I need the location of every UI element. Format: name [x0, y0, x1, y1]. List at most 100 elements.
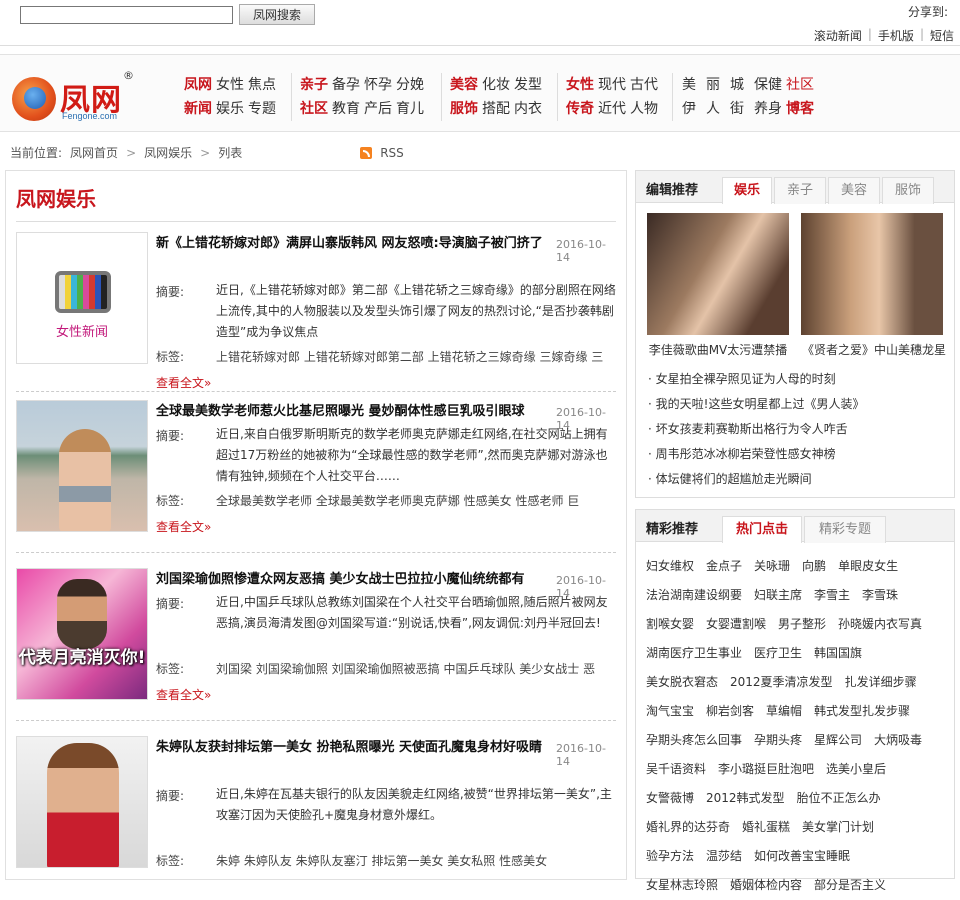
keyword-link[interactable]: 如何改善宝宝睡眠: [754, 842, 850, 871]
nav-item[interactable]: 内衣: [514, 101, 542, 117]
keyword-link[interactable]: 关咏珊: [754, 552, 790, 581]
nav-item[interactable]: 人物: [630, 101, 658, 117]
nav-item[interactable]: 专题: [248, 101, 276, 117]
tab-featured-topics[interactable]: 精彩专题: [804, 516, 886, 543]
editor-photo-2[interactable]: [801, 213, 943, 335]
keyword-link[interactable]: 孙晓媛内衣写真: [838, 610, 922, 639]
nav-item[interactable]: 焦点: [248, 77, 276, 93]
nav-item[interactable]: 传奇: [566, 101, 594, 117]
keyword-link[interactable]: 李小璐挺巨肚泡吧: [718, 755, 814, 784]
top-link-mobile[interactable]: 手机版: [872, 27, 920, 44]
site-logo[interactable]: 凤网 ® Fengone.com: [10, 69, 136, 125]
breadcrumb-home[interactable]: 凤网首页: [70, 144, 118, 161]
article-title[interactable]: 朱婷队友获封排坛第一美女 扮艳私照曝光 天使面孔魔鬼身材好吸睛: [156, 736, 556, 760]
nav-item[interactable]: 社区: [300, 101, 328, 117]
list-item[interactable]: · 女星拍全裸孕照见证为人母的时刻: [648, 367, 948, 392]
nav-item[interactable]: 人: [706, 101, 720, 117]
keyword-link[interactable]: 妇联主席: [754, 581, 802, 610]
nav-item[interactable]: 发型: [514, 77, 542, 93]
nav-item[interactable]: 博客: [786, 101, 814, 117]
tab-fashion[interactable]: 服饰: [882, 177, 934, 204]
keyword-link[interactable]: 婚姻体检内容: [730, 871, 802, 900]
keyword-link[interactable]: 单眼皮女生: [838, 552, 898, 581]
keyword-link[interactable]: 2012韩式发型: [706, 784, 785, 813]
keyword-link[interactable]: 金点子: [706, 552, 742, 581]
nav-item[interactable]: 新闻: [184, 101, 212, 117]
nav-item[interactable]: 服饰: [450, 101, 478, 117]
keyword-link[interactable]: 医疗卫生: [754, 639, 802, 668]
tab-entertainment[interactable]: 娱乐: [722, 177, 772, 204]
nav-item[interactable]: 伊: [682, 101, 696, 117]
article-tags[interactable]: 朱婷 朱婷队友 朱婷队友塞汀 排坛第一美女 美女私照 性感美女: [216, 852, 618, 869]
keyword-link[interactable]: 扎发详细步骤: [845, 668, 917, 697]
nav-item[interactable]: 街: [730, 101, 744, 117]
nav-item[interactable]: 凤网: [184, 77, 212, 93]
nav-item[interactable]: 女性: [566, 77, 594, 93]
article-tags[interactable]: 全球最美数学老师 全球最美数学老师奥克萨娜 性感美女 性感老师 巨: [216, 492, 618, 509]
article-thumbnail[interactable]: 女性新闻: [16, 232, 148, 364]
nav-item[interactable]: 养身: [754, 101, 782, 117]
nav-item[interactable]: 备孕: [332, 77, 360, 93]
keyword-link[interactable]: 美女掌门计划: [802, 813, 874, 842]
keyword-link[interactable]: 女婴遭割喉: [706, 610, 766, 639]
top-link-rolling-news[interactable]: 滚动新闻: [808, 27, 868, 44]
list-item[interactable]: · 周韦彤范冰冰柳岩荣登性感女神榜: [648, 442, 948, 467]
nav-item[interactable]: 化妆: [482, 77, 510, 93]
nav-item[interactable]: 美: [682, 77, 696, 93]
rss-icon[interactable]: [360, 146, 373, 159]
tab-hot-clicks[interactable]: 热门点击: [722, 516, 802, 543]
keyword-link[interactable]: 妇女维权: [646, 552, 694, 581]
read-more-link[interactable]: 查看全文»: [156, 374, 211, 391]
nav-item[interactable]: 女性: [216, 77, 244, 93]
article-tags[interactable]: 上错花轿嫁对郎 上错花轿嫁对郎第二部 上错花轿之三嫁奇缘 三嫁奇缘 三: [216, 348, 618, 365]
read-more-link[interactable]: 查看全文»: [156, 686, 211, 703]
article-tags[interactable]: 刘国梁 刘国梁瑜伽照 刘国梁瑜伽照被恶搞 中国乒乓球队 美少女战士 恶: [216, 660, 618, 677]
keyword-link[interactable]: 胎位不正怎么办: [797, 784, 881, 813]
search-button[interactable]: 凤网搜索: [239, 4, 315, 25]
keyword-link[interactable]: 向鹏: [802, 552, 826, 581]
nav-item[interactable]: 城: [730, 77, 744, 93]
article-title[interactable]: 全球最美数学老师惹火比基尼照曝光 曼妙酮体性感巨乳吸引眼球: [156, 400, 556, 424]
keyword-link[interactable]: 孕期头疼怎么回事: [646, 726, 742, 755]
nav-item[interactable]: 怀孕: [364, 77, 392, 93]
keyword-link[interactable]: 验孕方法: [646, 842, 694, 871]
read-more-link[interactable]: 查看全文»: [156, 518, 211, 535]
article-thumbnail[interactable]: [16, 736, 148, 868]
keyword-link[interactable]: 女星林志玲照: [646, 871, 718, 900]
rss-link[interactable]: RSS: [380, 146, 404, 160]
nav-item[interactable]: 现代: [598, 77, 626, 93]
keyword-link[interactable]: 韩国国旗: [814, 639, 862, 668]
nav-item[interactable]: 丽: [706, 77, 720, 93]
editor-photo-caption[interactable]: 《贤者之爱》中山美穗龙星: [794, 341, 954, 358]
nav-item[interactable]: 分娩: [396, 77, 424, 93]
keyword-link[interactable]: 韩式发型扎发步骤: [814, 697, 910, 726]
list-item[interactable]: · 坏女孩麦莉赛勒斯出格行为令人咋舌: [648, 417, 948, 442]
keyword-link[interactable]: 婚礼界的达芬奇: [646, 813, 730, 842]
top-link-sms[interactable]: 短信: [924, 27, 960, 44]
keyword-link[interactable]: 2012夏季清凉发型: [730, 668, 833, 697]
nav-item[interactable]: 育儿: [396, 101, 424, 117]
nav-item[interactable]: 保健: [754, 77, 782, 93]
article-thumbnail[interactable]: 代表月亮消灭你!: [16, 568, 148, 700]
nav-item[interactable]: 古代: [630, 77, 658, 93]
keyword-link[interactable]: 美女脱衣窘态: [646, 668, 718, 697]
nav-item[interactable]: 产后: [364, 101, 392, 117]
article-thumbnail[interactable]: [16, 400, 148, 532]
nav-item[interactable]: 娱乐: [216, 101, 244, 117]
keyword-link[interactable]: 大炳吸毒: [874, 726, 922, 755]
nav-item[interactable]: 教育: [332, 101, 360, 117]
keyword-link[interactable]: 柳岩剑客: [706, 697, 754, 726]
keyword-link[interactable]: 孕期头疼: [754, 726, 802, 755]
article-title[interactable]: 新《上错花轿嫁对郎》满屏山寨版韩风 网友怒喷:导演脑子被门挤了: [156, 232, 556, 256]
keyword-link[interactable]: 选美小皇后: [826, 755, 886, 784]
nav-item[interactable]: 美容: [450, 77, 478, 93]
tab-beauty[interactable]: 美容: [828, 177, 880, 204]
keyword-link[interactable]: 李雪珠: [862, 581, 898, 610]
keyword-link[interactable]: 吴千语资料: [646, 755, 706, 784]
nav-item[interactable]: 近代: [598, 101, 626, 117]
keyword-link[interactable]: 女警薇博: [646, 784, 694, 813]
keyword-link[interactable]: 部分是否主义: [814, 871, 886, 900]
keyword-link[interactable]: 湖南医疗卫生事业: [646, 639, 742, 668]
nav-item[interactable]: 亲子: [300, 77, 328, 93]
keyword-link[interactable]: 淘气宝宝: [646, 697, 694, 726]
